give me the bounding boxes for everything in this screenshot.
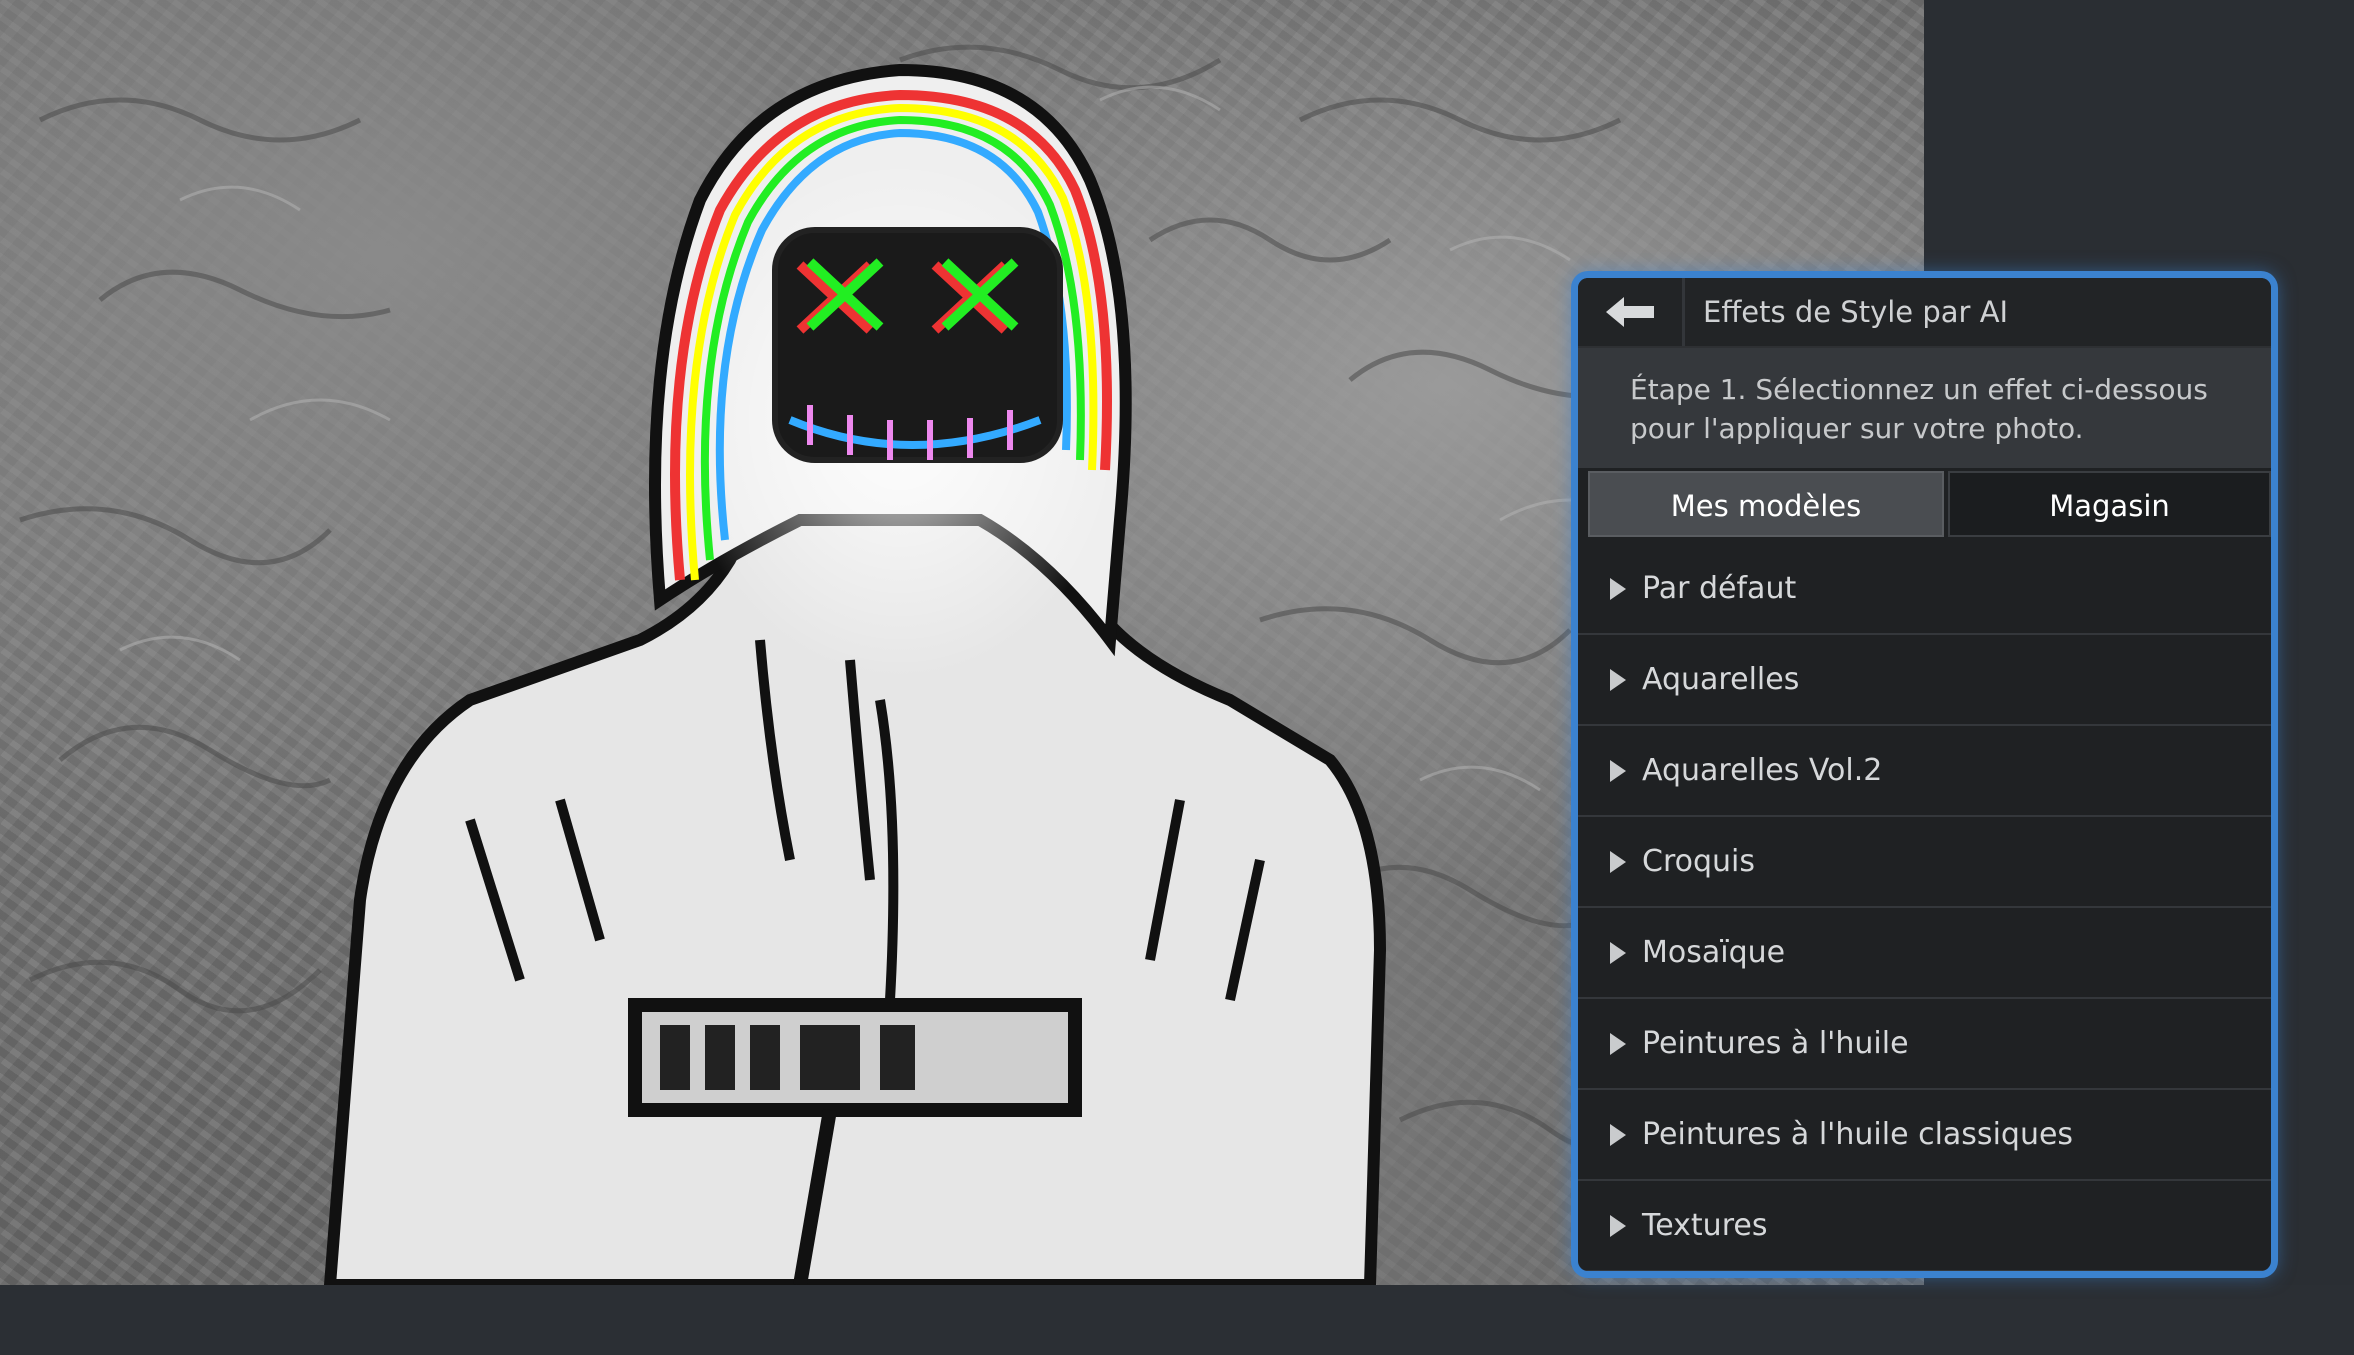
status-strip bbox=[0, 1285, 2354, 1355]
category-aquarelles[interactable]: Aquarelles bbox=[1578, 635, 2271, 726]
tab-bar: Mes modèles Magasin bbox=[1588, 471, 2271, 541]
ai-style-effects-panel: Effets de Style par AI Étape 1. Sélectio… bbox=[1578, 278, 2271, 1271]
back-button[interactable] bbox=[1578, 278, 1685, 346]
category-par-defaut[interactable]: Par défaut bbox=[1578, 544, 2271, 635]
category-label: Par défaut bbox=[1642, 571, 1797, 606]
category-textures[interactable]: Textures bbox=[1578, 1181, 2271, 1271]
category-aquarelles-vol2[interactable]: Aquarelles Vol.2 bbox=[1578, 726, 2271, 817]
tab-magasin[interactable]: Magasin bbox=[1948, 471, 2271, 537]
expand-arrow-icon bbox=[1610, 850, 1626, 873]
tab-mes-modeles[interactable]: Mes modèles bbox=[1588, 471, 1944, 537]
step-instructions: Étape 1. Sélectionnez un effet ci-dessou… bbox=[1578, 348, 2271, 468]
expand-arrow-icon bbox=[1610, 759, 1626, 782]
category-peintures-huile[interactable]: Peintures à l'huile bbox=[1578, 999, 2271, 1090]
category-label: Peintures à l'huile bbox=[1642, 1026, 1909, 1061]
expand-arrow-icon bbox=[1610, 1032, 1626, 1055]
category-label: Aquarelles bbox=[1642, 662, 1800, 697]
panel-header: Effets de Style par AI bbox=[1578, 278, 2271, 348]
expand-arrow-icon bbox=[1610, 1123, 1626, 1146]
category-label: Textures bbox=[1642, 1208, 1768, 1243]
category-list: Par défaut Aquarelles Aquarelles Vol.2 C… bbox=[1578, 544, 2271, 1271]
expand-arrow-icon bbox=[1610, 941, 1626, 964]
category-label: Peintures à l'huile classiques bbox=[1642, 1117, 2074, 1152]
category-label: Mosaïque bbox=[1642, 935, 1786, 970]
category-peintures-huile-classiques[interactable]: Peintures à l'huile classiques bbox=[1578, 1090, 2271, 1181]
step-text: Étape 1. Sélectionnez un effet ci-dessou… bbox=[1630, 373, 2208, 445]
expand-arrow-icon bbox=[1610, 668, 1626, 691]
category-mosaique[interactable]: Mosaïque bbox=[1578, 908, 2271, 999]
category-croquis[interactable]: Croquis bbox=[1578, 817, 2271, 908]
back-arrow-icon bbox=[1606, 297, 1654, 327]
expand-arrow-icon bbox=[1610, 577, 1626, 600]
panel-title: Effets de Style par AI bbox=[1703, 295, 2009, 329]
expand-arrow-icon bbox=[1610, 1214, 1626, 1237]
category-label: Croquis bbox=[1642, 844, 1755, 879]
category-label: Aquarelles Vol.2 bbox=[1642, 753, 1883, 788]
